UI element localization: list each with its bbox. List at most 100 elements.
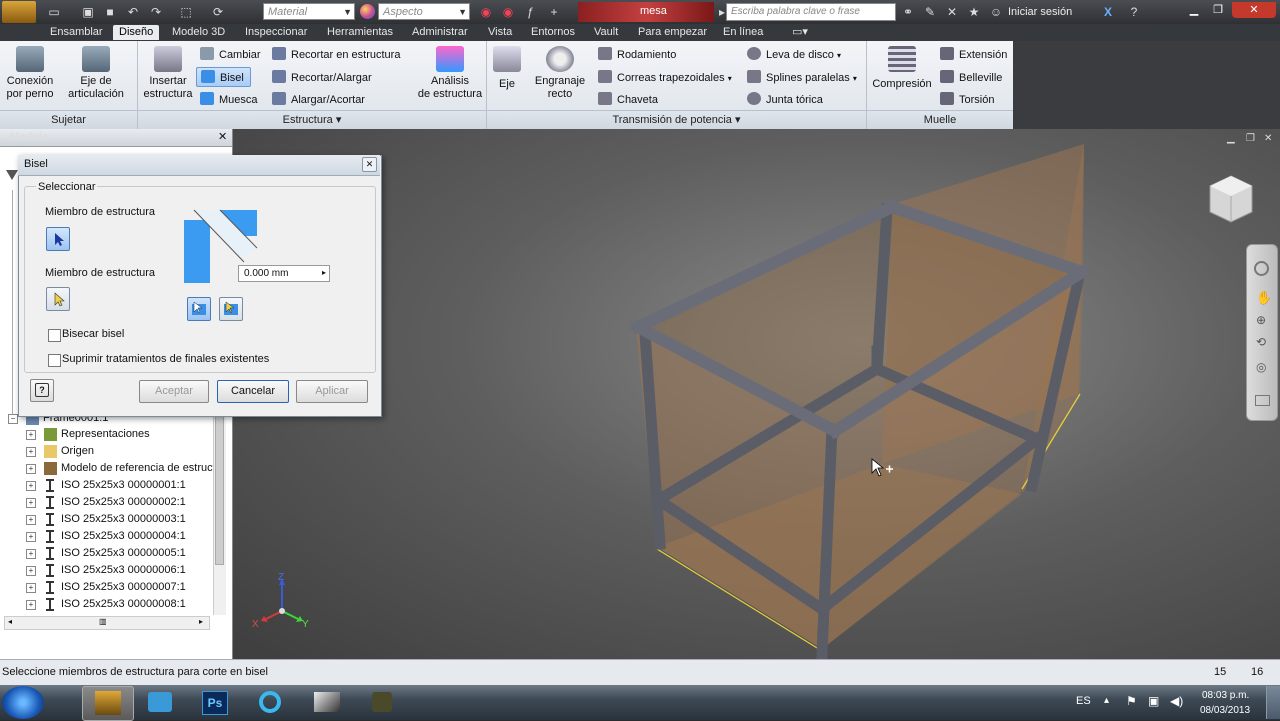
undo-icon[interactable]: ↶ [125,4,141,20]
steering-wheel-icon[interactable] [1254,261,1269,276]
compression-spring-button[interactable]: Compresión [870,46,934,91]
help-icon[interactable]: ? [1126,4,1142,20]
graphics-viewport[interactable]: Z X Y ✋ ⊕ ⟲ ◎ ▁ ❐ ✕ [232,129,1280,659]
tools-icon[interactable]: ✎ [922,4,938,20]
volume-icon[interactable]: ◀) [1170,694,1183,708]
o-ring-button[interactable]: Junta tórica [747,92,823,106]
torsion-spring-button[interactable]: Torsión [940,92,994,106]
bisect-checkbox[interactable] [48,329,61,342]
extension-spring-button[interactable]: Extensión [940,47,1007,61]
app-logo[interactable] [2,1,36,23]
expand-icon[interactable]: + [26,447,36,457]
miter-one-button[interactable] [219,297,243,321]
zoom-icon[interactable]: ⊕ [1256,313,1266,327]
notch-button[interactable]: Muesca [200,92,258,106]
bearing-button[interactable]: Rodamiento [598,47,676,61]
taskbar-inventor[interactable] [82,686,134,721]
view-cube[interactable] [1206,174,1256,224]
tab-vista[interactable]: Vista [482,25,518,40]
nav-options-icon[interactable] [1255,395,1270,406]
expand-icon[interactable]: + [26,430,36,440]
tab-vault[interactable]: Vault [588,25,624,40]
trim-to-frame-button[interactable]: Recortar en estructura [272,47,400,61]
orbit-icon[interactable]: ⟲ [1256,335,1266,349]
panel-label-transmision[interactable]: Transmisión de potencia ▾ [487,110,866,130]
pan-icon[interactable]: ✋ [1256,290,1272,306]
taskbar-photoshop-icon[interactable]: Ps [190,686,240,719]
material-combo[interactable]: Material ▼ [263,3,355,20]
select-icon[interactable]: ⬚ [178,4,194,20]
taskbar-ie-icon[interactable] [246,686,296,719]
network-icon[interactable]: ▣ [1148,694,1159,708]
expand-icon[interactable]: + [26,481,36,491]
plus-icon[interactable]: + [546,4,562,20]
trim-extend-button[interactable]: Recortar/Alargar [272,70,372,84]
scroll-left-icon[interactable]: ◂ [8,617,12,626]
tab-diseno[interactable]: Diseño [113,25,160,40]
tab-herramientas[interactable]: Herramientas [321,25,399,40]
chevron-right-icon[interactable]: ▸ [322,268,326,277]
appearance-combo[interactable]: Aspecto ▼ [378,3,470,20]
scroll-grip-icon[interactable]: ▥ [99,617,107,626]
update-icon[interactable]: ⟳ [210,4,226,20]
pin-axis-button[interactable]: Eje de articulación [64,46,128,101]
miter-button[interactable]: Bisel [196,67,251,87]
clear-icon[interactable]: ◉ [500,4,516,20]
flag-icon[interactable]: ⚑ [1126,694,1137,708]
restore-button[interactable]: ❐ [1206,2,1230,18]
look-at-icon[interactable]: ◎ [1256,360,1266,374]
disc-cam-button[interactable]: Leva de disco ▾ [747,47,841,61]
tray-up-icon[interactable]: ▴ [1104,695,1109,706]
save-icon[interactable]: ■ [102,4,118,20]
taskbar-explorer-icon[interactable] [136,686,186,719]
dialog-close-icon[interactable]: ✕ [362,157,377,172]
star-icon[interactable]: ★ [966,4,982,20]
belleville-spring-button[interactable]: Belleville [940,70,1002,84]
ok-button[interactable]: Aceptar [139,380,209,403]
ribbon-options-icon[interactable]: ▭▾ [786,25,814,40]
tab-ensamblar[interactable]: Ensamblar [44,25,109,40]
miter-both-button[interactable] [187,297,211,321]
user-icon[interactable]: ☺ [988,4,1004,20]
function-icon[interactable]: ƒ [522,4,538,20]
help-button[interactable]: ? [30,379,54,402]
taskbar-app-icon[interactable] [302,686,352,719]
parallel-splines-button[interactable]: Splines paralelas ▾ [747,70,857,84]
measure-icon[interactable]: ◉ [478,4,494,20]
show-desktop-button[interactable] [1266,686,1280,719]
insert-frame-button[interactable]: Insertar estructura [140,46,196,101]
open-icon[interactable]: ▣ [80,4,96,20]
clock-date[interactable]: 08/03/2013 [1200,705,1250,716]
expand-icon[interactable]: + [26,464,36,474]
binoculars-icon[interactable]: ⚭ [900,4,916,20]
exchange-icon[interactable]: X [1100,4,1116,20]
key-button[interactable]: Chaveta [598,92,658,106]
distance-input[interactable]: 0.000 mm ▸ [238,265,330,282]
new-icon[interactable]: ▭ [46,4,62,20]
browser-close-icon[interactable]: ✕ [218,130,227,143]
start-button[interactable] [2,686,44,719]
expand-icon[interactable]: + [26,600,36,610]
login-link[interactable]: Iniciar sesión [1008,6,1072,18]
scroll-right-icon[interactable]: ▸ [199,617,203,626]
tab-inspeccionar[interactable]: Inspeccionar [239,25,313,40]
browser-vertical-scrollbar[interactable] [213,410,226,615]
dialog-titlebar[interactable]: Bisel ✕ [18,155,380,176]
minimize-button[interactable]: ▁ [1182,2,1206,18]
expand-icon[interactable]: + [26,515,36,525]
tab-entornos[interactable]: Entornos [525,25,581,40]
tab-en-linea[interactable]: En línea [717,25,769,40]
filter-icon[interactable] [6,170,18,180]
expand-icon[interactable]: + [26,532,36,542]
spur-gear-button[interactable]: Engranaje recto [530,46,590,101]
expand-icon[interactable]: + [26,566,36,576]
bolted-connection-button[interactable]: Conexión por perno [2,46,58,101]
viewport-close-icon[interactable]: ✕ [1264,133,1272,144]
expand-icon[interactable]: + [26,583,36,593]
member2-select-button[interactable] [46,287,70,311]
lengthen-shorten-button[interactable]: Alargar/Acortar [272,92,365,106]
viewport-restore-icon[interactable]: ❐ [1246,133,1255,144]
shaft-button[interactable]: Eje [490,46,524,91]
viewport-minimize-icon[interactable]: ▁ [1227,133,1235,144]
apply-button[interactable]: Aplicar [296,380,368,403]
